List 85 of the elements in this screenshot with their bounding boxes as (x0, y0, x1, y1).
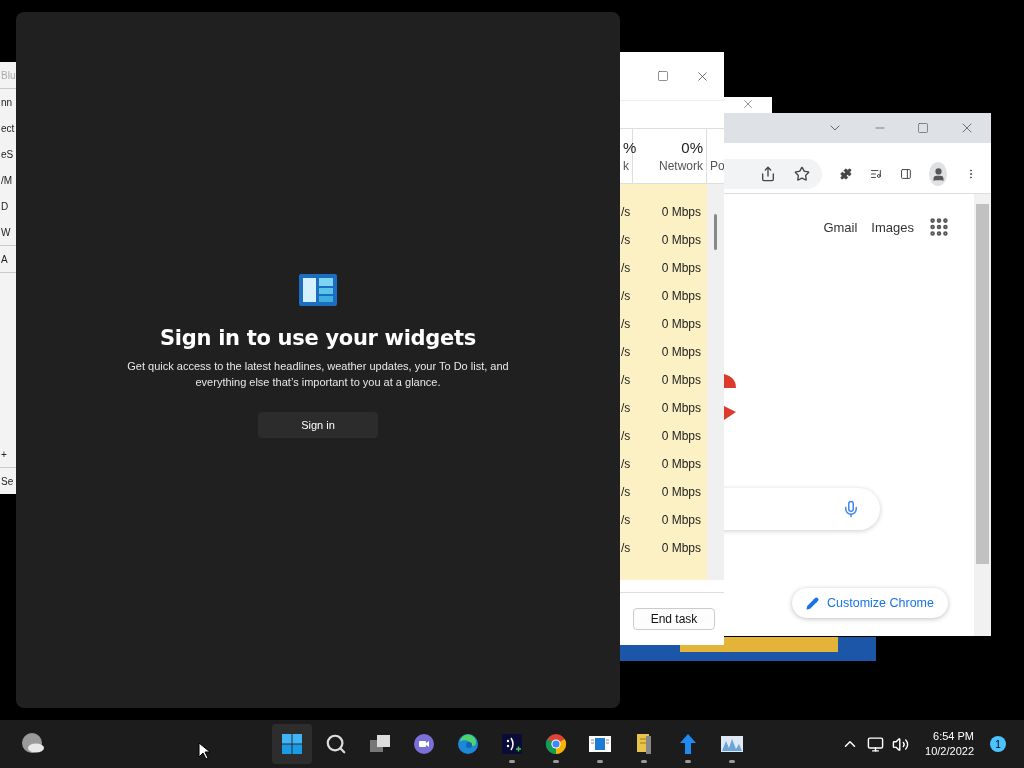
table-cell-text: 0 Mbps (660, 261, 702, 275)
running-indicator (685, 760, 691, 763)
table-cell-text: 0 Mbps (660, 541, 702, 555)
close-icon[interactable] (741, 97, 755, 111)
running-indicator (509, 760, 515, 763)
maximize-icon[interactable] (917, 122, 929, 134)
taskbar-button[interactable] (272, 724, 312, 764)
microphone-icon[interactable] (842, 500, 860, 518)
chrome-icon (545, 733, 567, 755)
terminal-icon (501, 733, 523, 755)
widgets-icon (299, 274, 337, 306)
running-indicator (729, 760, 735, 763)
table-cell-text: /s (620, 261, 632, 275)
column-percent: 0% (681, 139, 703, 156)
scrollbar-thumb[interactable] (976, 204, 989, 564)
list-text: nn (0, 95, 14, 110)
clock-time[interactable]: 6:54 PM (933, 729, 974, 744)
table-cell-text: 0 Mbps (660, 317, 702, 331)
list-text: /M (0, 173, 14, 188)
address-bar[interactable] (724, 159, 822, 189)
windows-icon (281, 733, 303, 755)
table-cell-text: /s (620, 457, 632, 471)
header-link[interactable]: Gmail (823, 219, 858, 235)
table-cell-text: /s (620, 317, 632, 331)
table-cell-text: /s (620, 429, 632, 443)
table-cell-text: 0 Mbps (660, 373, 702, 387)
up-arrow-icon (677, 733, 699, 755)
table-cell-text: /s (620, 485, 632, 499)
notification-badge[interactable]: 1 (990, 736, 1006, 752)
table-cell-text: /s (620, 373, 632, 387)
task-view-icon (369, 733, 391, 755)
table-cell-text: 0 Mbps (660, 485, 702, 499)
running-indicator (641, 760, 647, 763)
column-header[interactable]: Network (659, 159, 703, 173)
sign-in-button[interactable]: Sign in (258, 412, 378, 438)
panel-title: Sign in to use your widgets (160, 326, 476, 350)
browser-icon (457, 733, 479, 755)
search-icon (325, 733, 347, 755)
table-cell-text: 0 Mbps (660, 345, 702, 359)
clock-date[interactable]: 10/2/2022 (925, 744, 974, 759)
table-cell-text: 0 Mbps (660, 233, 702, 247)
share-icon[interactable] (760, 166, 776, 182)
table-cell-text: /s (620, 401, 632, 415)
scrollbar-thumb[interactable] (714, 214, 717, 250)
puzzle-icon[interactable] (840, 166, 852, 182)
network-icon[interactable] (867, 735, 885, 753)
volume-icon[interactable] (892, 735, 910, 753)
search-field[interactable] (724, 488, 880, 530)
table-cell-text: 0 Mbps (660, 205, 702, 219)
logo-drawing (724, 374, 736, 420)
avatar[interactable] (929, 162, 948, 186)
table-cell-text: 0 Mbps (660, 401, 702, 415)
table-cell-text: /s (620, 513, 632, 527)
maximize-icon[interactable] (657, 70, 669, 82)
header-link[interactable]: Images (871, 219, 914, 235)
running-indicator (597, 760, 603, 763)
table-cell-text: /s (620, 233, 632, 247)
end-task-button[interactable]: End task (633, 608, 715, 630)
table-cell-text: /s (620, 541, 632, 555)
table-cell-text: 0 Mbps (660, 289, 702, 303)
weather-icon[interactable] (20, 732, 46, 756)
list-text: Se (0, 474, 15, 489)
table-cell-text: /s (620, 345, 632, 359)
pointer-icon (198, 742, 210, 760)
table-cell-text: 0 Mbps (660, 457, 702, 471)
video-chat-icon (413, 733, 435, 755)
pencil-icon (806, 596, 819, 610)
running-indicator (553, 760, 559, 763)
window-app-icon (589, 733, 611, 755)
side-panel-icon[interactable] (899, 166, 912, 182)
column-header[interactable]: Po (710, 159, 724, 173)
table-cell-text: 0 Mbps (660, 429, 702, 443)
table-cell-text: /s (620, 289, 632, 303)
list-text: eS (0, 147, 15, 162)
table-cell-text: /s (620, 205, 632, 219)
customize-button[interactable]: Customize Chrome (792, 588, 948, 618)
panel-description: Get quick access to the latest headlines, weather updates, your To Do list, and everything else that’s important to you at a glance. (126, 359, 510, 390)
column-percent: % (623, 139, 637, 156)
table-cell-text: 0 Mbps (660, 513, 702, 527)
star-icon[interactable] (794, 166, 810, 182)
apps-grid-icon[interactable] (928, 216, 950, 238)
column-header[interactable]: k (623, 159, 629, 173)
list-text: D (0, 199, 10, 214)
performance-graph-icon (721, 733, 743, 755)
list-text: ect (0, 121, 16, 136)
